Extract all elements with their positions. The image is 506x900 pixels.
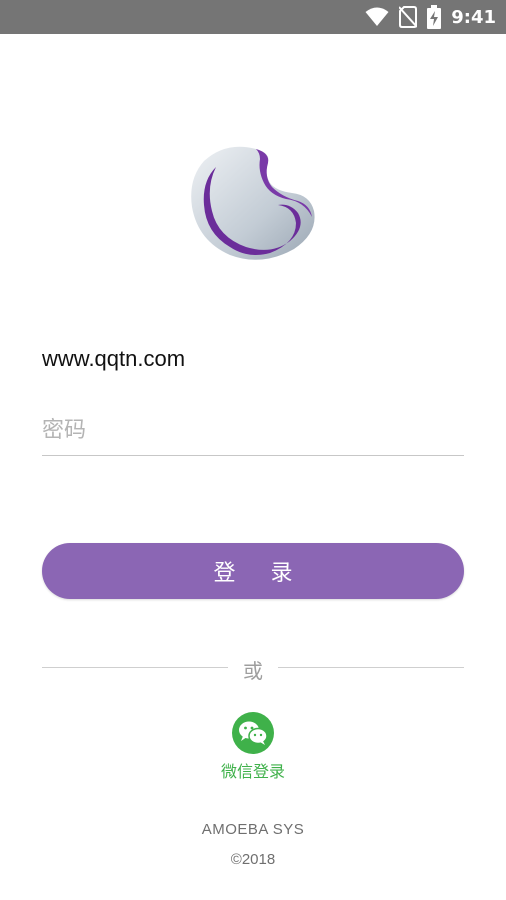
login-button[interactable]: 登 录 (42, 543, 464, 599)
footer-brand: AMOEBA SYS (201, 821, 305, 838)
password-field-container (42, 410, 464, 456)
status-time: 9:41 (451, 6, 496, 28)
wechat-icon[interactable] (232, 712, 274, 754)
divider-text: 或 (243, 659, 263, 683)
footer-copyright: ©2018 (230, 851, 276, 868)
no-sim-icon (399, 6, 418, 28)
app-logo (186, 143, 320, 263)
wechat-login-button[interactable]: 微信登录 (203, 712, 303, 784)
username-field[interactable]: www.qqtn.com (42, 346, 464, 372)
wifi-icon (365, 7, 389, 27)
password-field[interactable] (42, 410, 464, 450)
status-icons: 9:41 (365, 0, 496, 34)
status-bar: 9:41 (0, 0, 506, 34)
wechat-login-label: 微信登录 (220, 762, 285, 781)
divider-line-right (278, 667, 464, 668)
battery-charging-icon (427, 5, 442, 29)
or-divider: 或 (42, 655, 464, 683)
